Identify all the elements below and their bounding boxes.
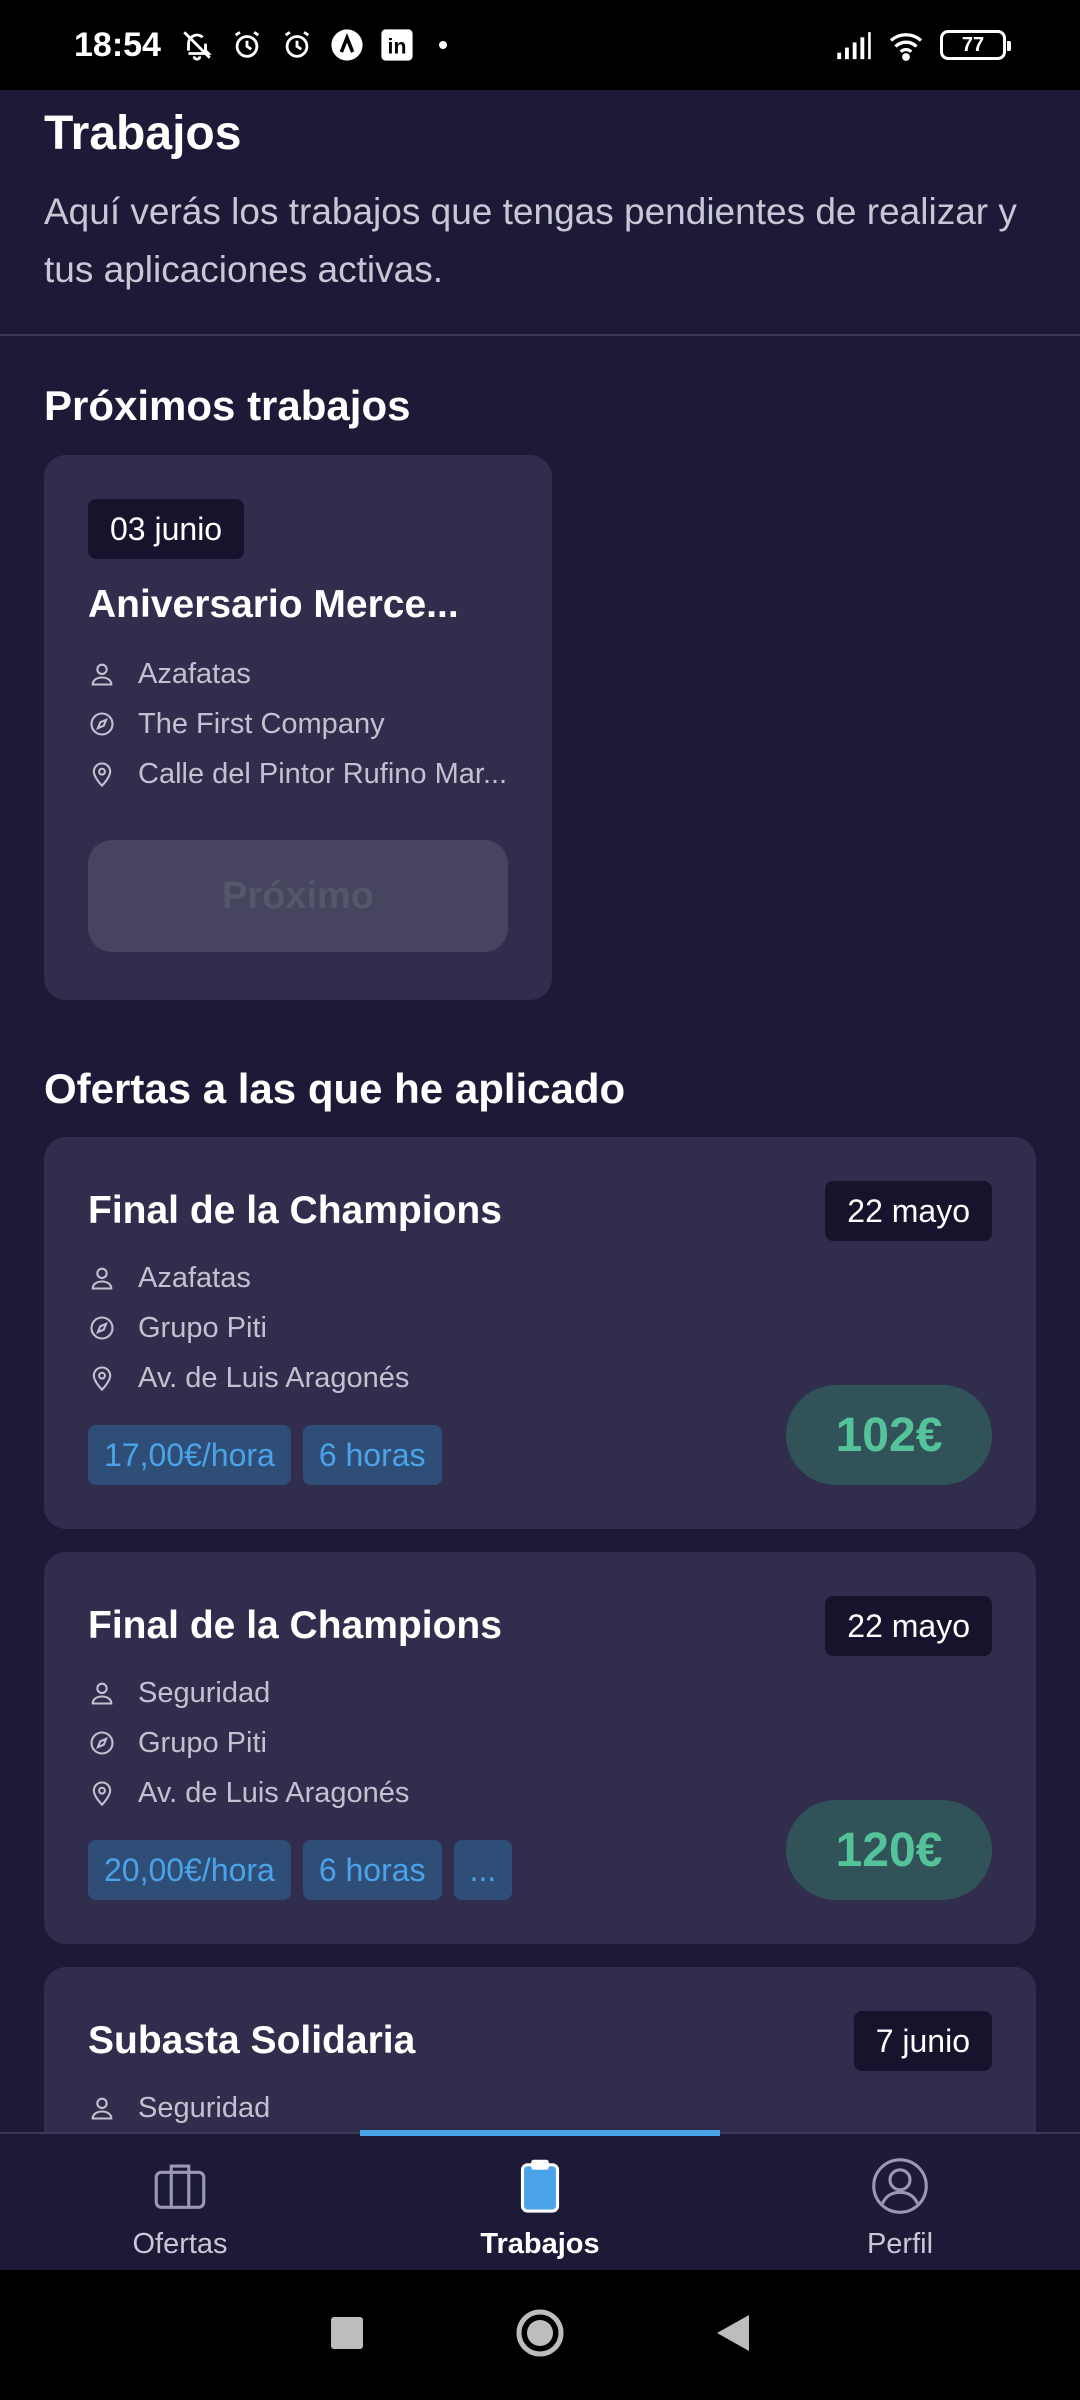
alarm-icon [279,27,315,63]
page-subtitle: Aquí verás los trabajos que tengas pendi… [44,191,1017,290]
rate-tag: 20,00€/hora [88,1840,291,1900]
company-text: Grupo Piti [138,1726,267,1759]
user-icon [91,1267,113,1290]
page-title: Trabajos [44,107,242,160]
system-navigation-bar [0,2270,1080,2400]
role-text: Azafatas [138,1261,251,1294]
page-header: Trabajos Aquí verás los trabajos que ten… [0,90,1080,336]
home-button[interactable] [515,2308,565,2363]
job-title: Aniversario Merce... [88,583,459,626]
clipboard-icon [520,2159,560,2213]
upcoming-job-card[interactable]: 03 junio Aniversario Merce... Azafatas T… [44,455,552,1000]
info-row-role: Seguridad [88,2083,270,2133]
compass-icon [90,1316,114,1340]
role-text: Azafatas [138,657,251,690]
compass-icon [90,1731,114,1755]
app-a-icon [329,27,365,63]
nav-item-trabajos[interactable]: Trabajos [360,2130,720,2270]
nav-item-perfil[interactable]: Perfil [720,2134,1080,2270]
nav-label: Ofertas [132,2228,228,2260]
proximo-button[interactable]: Próximo [88,840,508,952]
info-row-location: Av. de Luis Aragonés [88,1768,409,1818]
company-text: Grupo Piti [138,1311,267,1344]
applied-offer-card[interactable]: Final de la Champions 22 mayo Azafatas G… [44,1137,1036,1529]
linkedin-icon: in [379,27,415,63]
user-icon [91,2097,113,2120]
user-icon [91,1682,113,1705]
nav-label: Perfil [866,2228,934,2260]
info-row-company: Grupo Piti [88,1303,409,1353]
price-badge: 102€ [786,1385,992,1485]
linkedin-icon-text: in [388,35,407,59]
hours-tag: 6 horas [302,1425,442,1485]
job-title: Final de la Champions [88,1604,502,1647]
nav-item-ofertas[interactable]: Ofertas [0,2134,360,2270]
more-tags-chip[interactable]: ... [453,1840,513,1900]
location-text: Calle del Pintor Rufino Mar... [138,757,508,790]
location-text: Av. de Luis Aragonés [138,1361,410,1394]
briefcase-icon [154,2164,206,2209]
alarm-icon [229,27,265,63]
back-button[interactable] [715,2313,751,2358]
location-text: Av. de Luis Aragonés [138,1776,410,1809]
wifi-icon [888,27,924,63]
battery-indicator: 77 [940,30,1011,60]
location-pin-icon [92,1781,112,1807]
date-chip: 22 mayo [825,1596,992,1656]
bell-off-icon [179,27,215,63]
nav-label: Trabajos [480,2228,600,2260]
info-row-location: Calle del Pintor Rufino Mar... [88,749,507,799]
applied-offer-card[interactable]: Final de la Champions 22 mayo Seguridad … [44,1552,1036,1944]
date-chip: 22 mayo [825,1181,992,1241]
section-title-upcoming: Próximos trabajos [44,382,411,429]
location-pin-icon [92,762,112,788]
active-tab-indicator [360,2130,720,2136]
bottom-navigation: Ofertas Trabajos Perfil [0,2130,1080,2270]
role-text: Seguridad [138,1676,271,1709]
status-bar: 18:54 in 77 [0,0,1080,90]
date-chip: 03 junio [88,499,245,559]
price-badge: 120€ [786,1800,992,1900]
company-text: The First Company [138,707,385,740]
job-title: Final de la Champions [88,1189,502,1232]
location-pin-icon [92,1366,112,1392]
status-time: 18:54 [74,25,161,64]
info-row-company: Grupo Piti [88,1718,409,1768]
job-title: Subasta Solidaria [88,2019,416,2062]
hours-tag: 6 horas [302,1840,442,1900]
info-row-location: Av. de Luis Aragonés [88,1353,409,1403]
recents-button[interactable] [329,2315,365,2356]
info-row-role: Azafatas [88,649,507,699]
rate-tag: 17,00€/hora [88,1425,291,1485]
info-row-company: The First Company [88,699,507,749]
info-row-role: Azafatas [88,1253,409,1303]
role-text: Seguridad [138,2091,271,2124]
notification-dot [438,41,447,49]
section-title-applied: Ofertas a las que he aplicado [44,1065,626,1112]
signal-icon [836,27,872,63]
date-chip: 7 junio [853,2011,992,2071]
user-circle-icon [872,2158,928,2214]
compass-icon [90,712,114,736]
user-icon [91,663,113,686]
info-row-role: Seguridad [88,1668,409,1718]
